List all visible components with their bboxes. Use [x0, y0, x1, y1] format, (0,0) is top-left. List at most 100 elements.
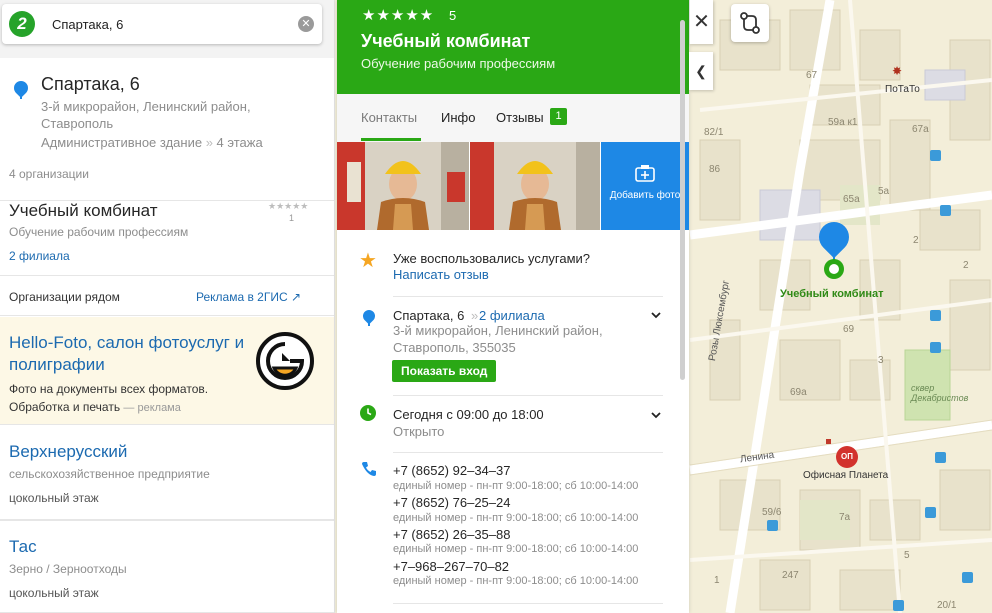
map-label-potato[interactable]: ПоТаТо — [885, 84, 920, 95]
phone-icon — [361, 461, 377, 482]
house-number: 2 — [963, 260, 969, 271]
show-entrance-button[interactable]: Показать вход — [392, 360, 497, 382]
nearby-header: Организации рядом Реклама в 2ГИС ↗ — [0, 276, 334, 316]
reviews-count-badge: 1 — [550, 108, 567, 125]
org-floor: цокольный этаж — [9, 586, 99, 600]
left-panel: 2 ✕ Спартака, 6 3-й микрорайон, Ленински… — [0, 0, 335, 613]
hours-row[interactable]: Сегодня с 09:00 до 18:00 Открыто — [337, 396, 689, 452]
phone-number[interactable]: +7 (8652) 76–25–24 — [393, 495, 510, 510]
phone-number[interactable]: +7–968–267–70–82 — [393, 559, 509, 574]
search-input[interactable] — [52, 14, 282, 34]
org-name[interactable]: Учебный комбинат — [9, 201, 158, 221]
search-bar: 2 ✕ — [0, 0, 334, 58]
hours-status: Открыто — [393, 424, 445, 439]
phone-number[interactable]: +7 (8652) 92–34–37 — [393, 463, 510, 478]
org-list-item[interactable]: Учебный комбинат ★★★★★ 1 Обучение рабочи… — [0, 200, 334, 276]
tab-contacts[interactable]: Контакты — [361, 110, 417, 125]
add-photo-label: Добавить фото — [609, 190, 681, 201]
card-title: Учебный комбинат — [361, 31, 531, 51]
address-title: Спартака, 6 — [41, 74, 140, 94]
house-number: 69а — [790, 387, 807, 398]
photo-strip: Добавить фото — [337, 142, 689, 230]
photo-thumbnail[interactable] — [337, 142, 469, 230]
card-branches-link[interactable]: 2 филиала — [479, 308, 545, 323]
org-list-item[interactable]: Верхнерусский сельскохозяйственное предп… — [0, 426, 334, 520]
card-address-row: Спартака, 6 » 2 филиала 3-й микрорайон, … — [337, 297, 689, 395]
search-box[interactable]: 2 ✕ — [2, 4, 322, 44]
card-rating-stars[interactable]: ★★★★★ — [362, 6, 434, 24]
card-address-detail: 3-й микрорайон, Ленинский район, Ставроп… — [393, 323, 603, 355]
clock-icon — [360, 405, 376, 421]
active-tab-indicator — [361, 138, 421, 141]
separator: » — [471, 308, 479, 323]
write-review-link[interactable]: Написать отзыв — [393, 267, 489, 282]
house-number: 59/6 — [762, 507, 782, 518]
org-name[interactable]: Верхнерусский — [9, 442, 127, 462]
org-reviews-count: 1 — [289, 213, 295, 223]
hours-today: Сегодня с 09:00 до 18:00 — [393, 407, 544, 422]
phone-note: единый номер - пн-пт 9:00-18:00; сб 10:0… — [393, 543, 639, 555]
card-address: Спартака, 6 — [393, 308, 465, 323]
org-branches-link[interactable]: 2 филиала — [9, 249, 70, 263]
office-planet-marker[interactable]: ОП — [836, 446, 858, 468]
house-number: 86 — [709, 164, 721, 175]
house-number: 20/1 — [937, 600, 957, 611]
address-block: Спартака, 6 3-й микрорайон, Ленинский ра… — [0, 58, 334, 200]
map-label-office[interactable]: Офисная Планета — [803, 470, 888, 481]
org-category: сельскохозяйственное предприятие — [9, 467, 210, 481]
route-button[interactable] — [731, 4, 769, 42]
camera-plus-icon — [635, 164, 655, 182]
house-number: 65а — [843, 194, 860, 205]
chevron-down-icon[interactable] — [651, 310, 661, 320]
address-building: Административное здание » 4 этажа — [41, 135, 263, 150]
collapse-panel-button[interactable]: ❮ — [689, 52, 713, 90]
close-icon[interactable]: ✕ — [298, 16, 314, 32]
2gis-logo-icon[interactable]: 2 — [9, 11, 35, 37]
potato-icon[interactable]: ✸ — [892, 64, 910, 78]
chevron-left-icon: ❮ — [695, 63, 707, 79]
review-prompt-row: ★ Уже воспользовались услугами? Написать… — [337, 230, 689, 296]
org-category: Зерно / Зерноотходы — [9, 562, 127, 576]
close-icon: ✕ — [693, 11, 710, 33]
house-number: 67 — [806, 70, 818, 81]
org-card-panel: ★★★★★ 5 Учебный комбинат Обучение рабочи… — [337, 0, 689, 613]
advertise-link[interactable]: Реклама в 2ГИС ↗ — [196, 290, 301, 304]
org-floor: цокольный этаж — [9, 491, 99, 505]
house-number: 67а — [912, 124, 929, 135]
house-number: 247 — [782, 570, 799, 581]
house-number: 1 — [714, 575, 720, 586]
house-number: 2 — [913, 235, 919, 246]
tab-reviews[interactable]: Отзывы — [496, 110, 544, 125]
add-photo-button[interactable]: Добавить фото — [601, 142, 689, 230]
address-subtitle: 3-й микрорайон, Ленинский район, Ставроп… — [41, 99, 251, 131]
divider — [393, 603, 663, 604]
phone-note: единый номер - пн-пт 9:00-18:00; сб 10:0… — [393, 480, 639, 492]
card-rating-value: 5 — [449, 8, 457, 23]
ad-card[interactable]: Hello-Foto, салон фотоуслуг и полиграфии… — [0, 317, 334, 425]
nearby-label: Организации рядом — [9, 290, 120, 304]
phone-number[interactable]: +7 (8652) 26–35–88 — [393, 527, 510, 542]
org-list-item[interactable]: Тас Зерно / Зерноотходы цокольный этаж — [0, 520, 334, 613]
photo-thumbnail[interactable] — [470, 142, 600, 230]
chevron-down-icon[interactable] — [651, 410, 661, 420]
house-number: 5 — [904, 550, 910, 561]
close-card-button[interactable]: ✕ — [689, 0, 713, 44]
map-label-ucheb[interactable]: Учебный комбинат — [780, 288, 884, 300]
tab-info[interactable]: Инфо — [441, 110, 475, 125]
hello-foto-logo-icon — [256, 332, 314, 390]
ad-description: Фото на документы всех форматов. Обработ… — [9, 380, 249, 417]
star-icon: ★ — [359, 250, 377, 272]
route-icon — [740, 12, 760, 34]
building-type: Административное здание — [41, 135, 203, 150]
org-category: Обучение рабочим профессиям — [9, 225, 189, 239]
selected-pin-icon[interactable] — [812, 215, 856, 282]
ad-title[interactable]: Hello-Foto, салон фотоуслуг и полиграфии — [9, 332, 254, 376]
phone-note: единый номер - пн-пт 9:00-18:00; сб 10:0… — [393, 512, 639, 524]
house-number: 7а — [839, 512, 851, 523]
building-floors: 4 этажа — [216, 135, 263, 150]
card-subtitle: Обучение рабочим профессиям — [361, 56, 556, 71]
org-name[interactable]: Тас — [9, 537, 37, 557]
card-tabs: Контакты Инфо Отзывы 1 — [337, 94, 689, 142]
house-number: 5а — [878, 186, 890, 197]
scrollbar[interactable] — [680, 20, 685, 380]
